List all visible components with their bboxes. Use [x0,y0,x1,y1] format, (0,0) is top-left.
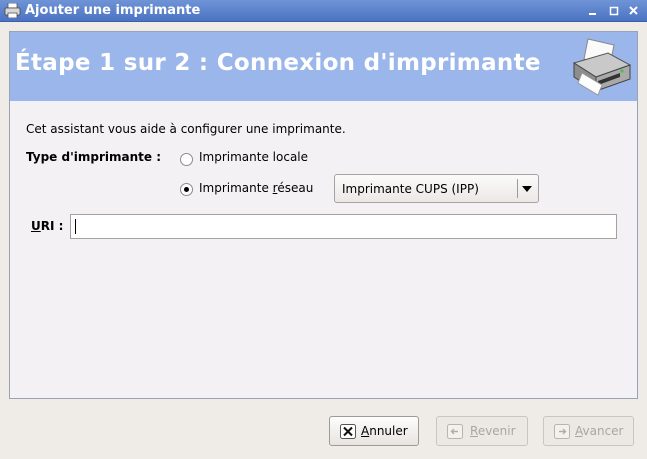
network-type-dropdown[interactable]: Imprimante CUPS (IPP) [334,174,539,203]
cancel-button[interactable]: Annuler [329,416,419,446]
maximize-icon[interactable] [606,3,622,19]
next-button[interactable]: Avancer [543,416,634,446]
cancel-x-icon [340,424,356,439]
next-mnemonic: A [575,424,583,438]
uri-label-mnemonic: U [31,219,41,233]
printer-type-label: Type d'imprimante : [26,150,161,164]
back-arrow-icon [447,424,463,439]
network-label-rest: éseau [277,181,314,195]
chevron-down-icon [522,186,532,192]
uri-input[interactable] [70,214,617,239]
next-label: Avancer [575,424,624,438]
intro-text: Cet assistant vous aide à configurer une… [26,122,346,136]
back-label: Revenir [470,424,516,438]
text-caret [75,219,76,234]
minimize-icon[interactable] [585,3,601,19]
cancel-rest: nnuler [369,424,408,438]
network-printer-radio[interactable] [180,183,193,196]
next-rest: vancer [582,424,624,438]
cancel-label: Annuler [361,424,408,438]
back-mnemonic: R [470,424,478,438]
local-printer-label[interactable]: Imprimante locale [199,150,308,164]
back-rest: evenir [477,424,516,438]
local-printer-radio[interactable] [180,153,193,166]
network-type-value: Imprimante CUPS (IPP) [342,182,479,196]
back-button[interactable]: Revenir [436,416,528,446]
uri-label: URI : [31,219,63,233]
cancel-mnemonic: A [361,424,370,438]
forward-arrow-icon [554,424,570,439]
network-label-prefix: Imprimante [199,181,273,195]
title-bar: Ajouter une imprimante [0,0,647,22]
wizard-header: Étape 1 sur 2 : Connexion d'imprimante [10,32,637,101]
step-title: Étape 1 sur 2 : Connexion d'imprimante [15,50,541,76]
close-icon[interactable] [626,3,642,19]
printer-icon [4,3,21,18]
printer-icon [572,38,632,96]
uri-label-rest: RI : [40,219,64,233]
window-title: Ajouter une imprimante [25,3,201,18]
dropdown-separator [517,179,518,198]
network-printer-label[interactable]: Imprimante réseau [199,181,313,195]
